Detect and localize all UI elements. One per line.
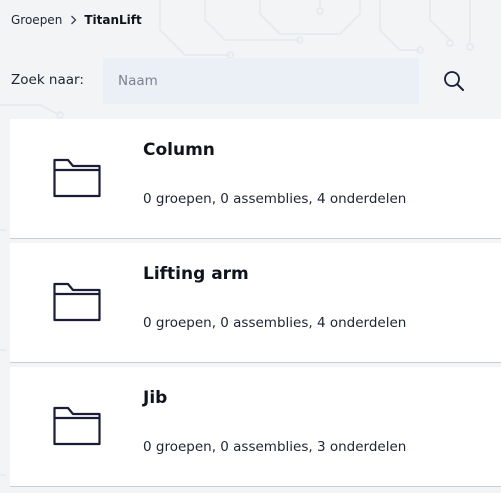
group-card-jib[interactable]: Jib 0 groepen, 0 assemblies, 3 onderdele… [10,367,501,487]
group-summary: 0 groepen, 0 assemblies, 3 onderdelen [143,439,407,455]
breadcrumb-link-groepen[interactable]: Groepen [11,13,62,27]
search-label: Zoek naar: [11,72,84,88]
search-input[interactable] [103,58,419,104]
search-button[interactable] [435,66,473,96]
group-name: Lifting arm [143,264,249,284]
group-summary: 0 groepen, 0 assemblies, 4 onderdelen [143,315,407,331]
group-card-lifting-arm[interactable]: Lifting arm 0 groepen, 0 assemblies, 4 o… [10,243,501,363]
group-name: Column [143,140,215,160]
search-bar: Zoek naar: [0,58,501,104]
folder-icon [53,406,101,446]
group-card-column[interactable]: Column 0 groepen, 0 assemblies, 4 onderd… [10,119,501,239]
group-summary: 0 groepen, 0 assemblies, 4 onderdelen [143,191,407,207]
group-name: Jib [143,388,168,408]
search-icon [444,71,464,91]
group-list: Column 0 groepen, 0 assemblies, 4 onderd… [0,119,501,487]
folder-icon [53,282,101,322]
breadcrumb-current: TitanLift [84,13,142,27]
breadcrumb: Groepen TitanLift [11,11,142,29]
chevron-right-icon [70,15,77,25]
folder-icon [53,158,101,198]
